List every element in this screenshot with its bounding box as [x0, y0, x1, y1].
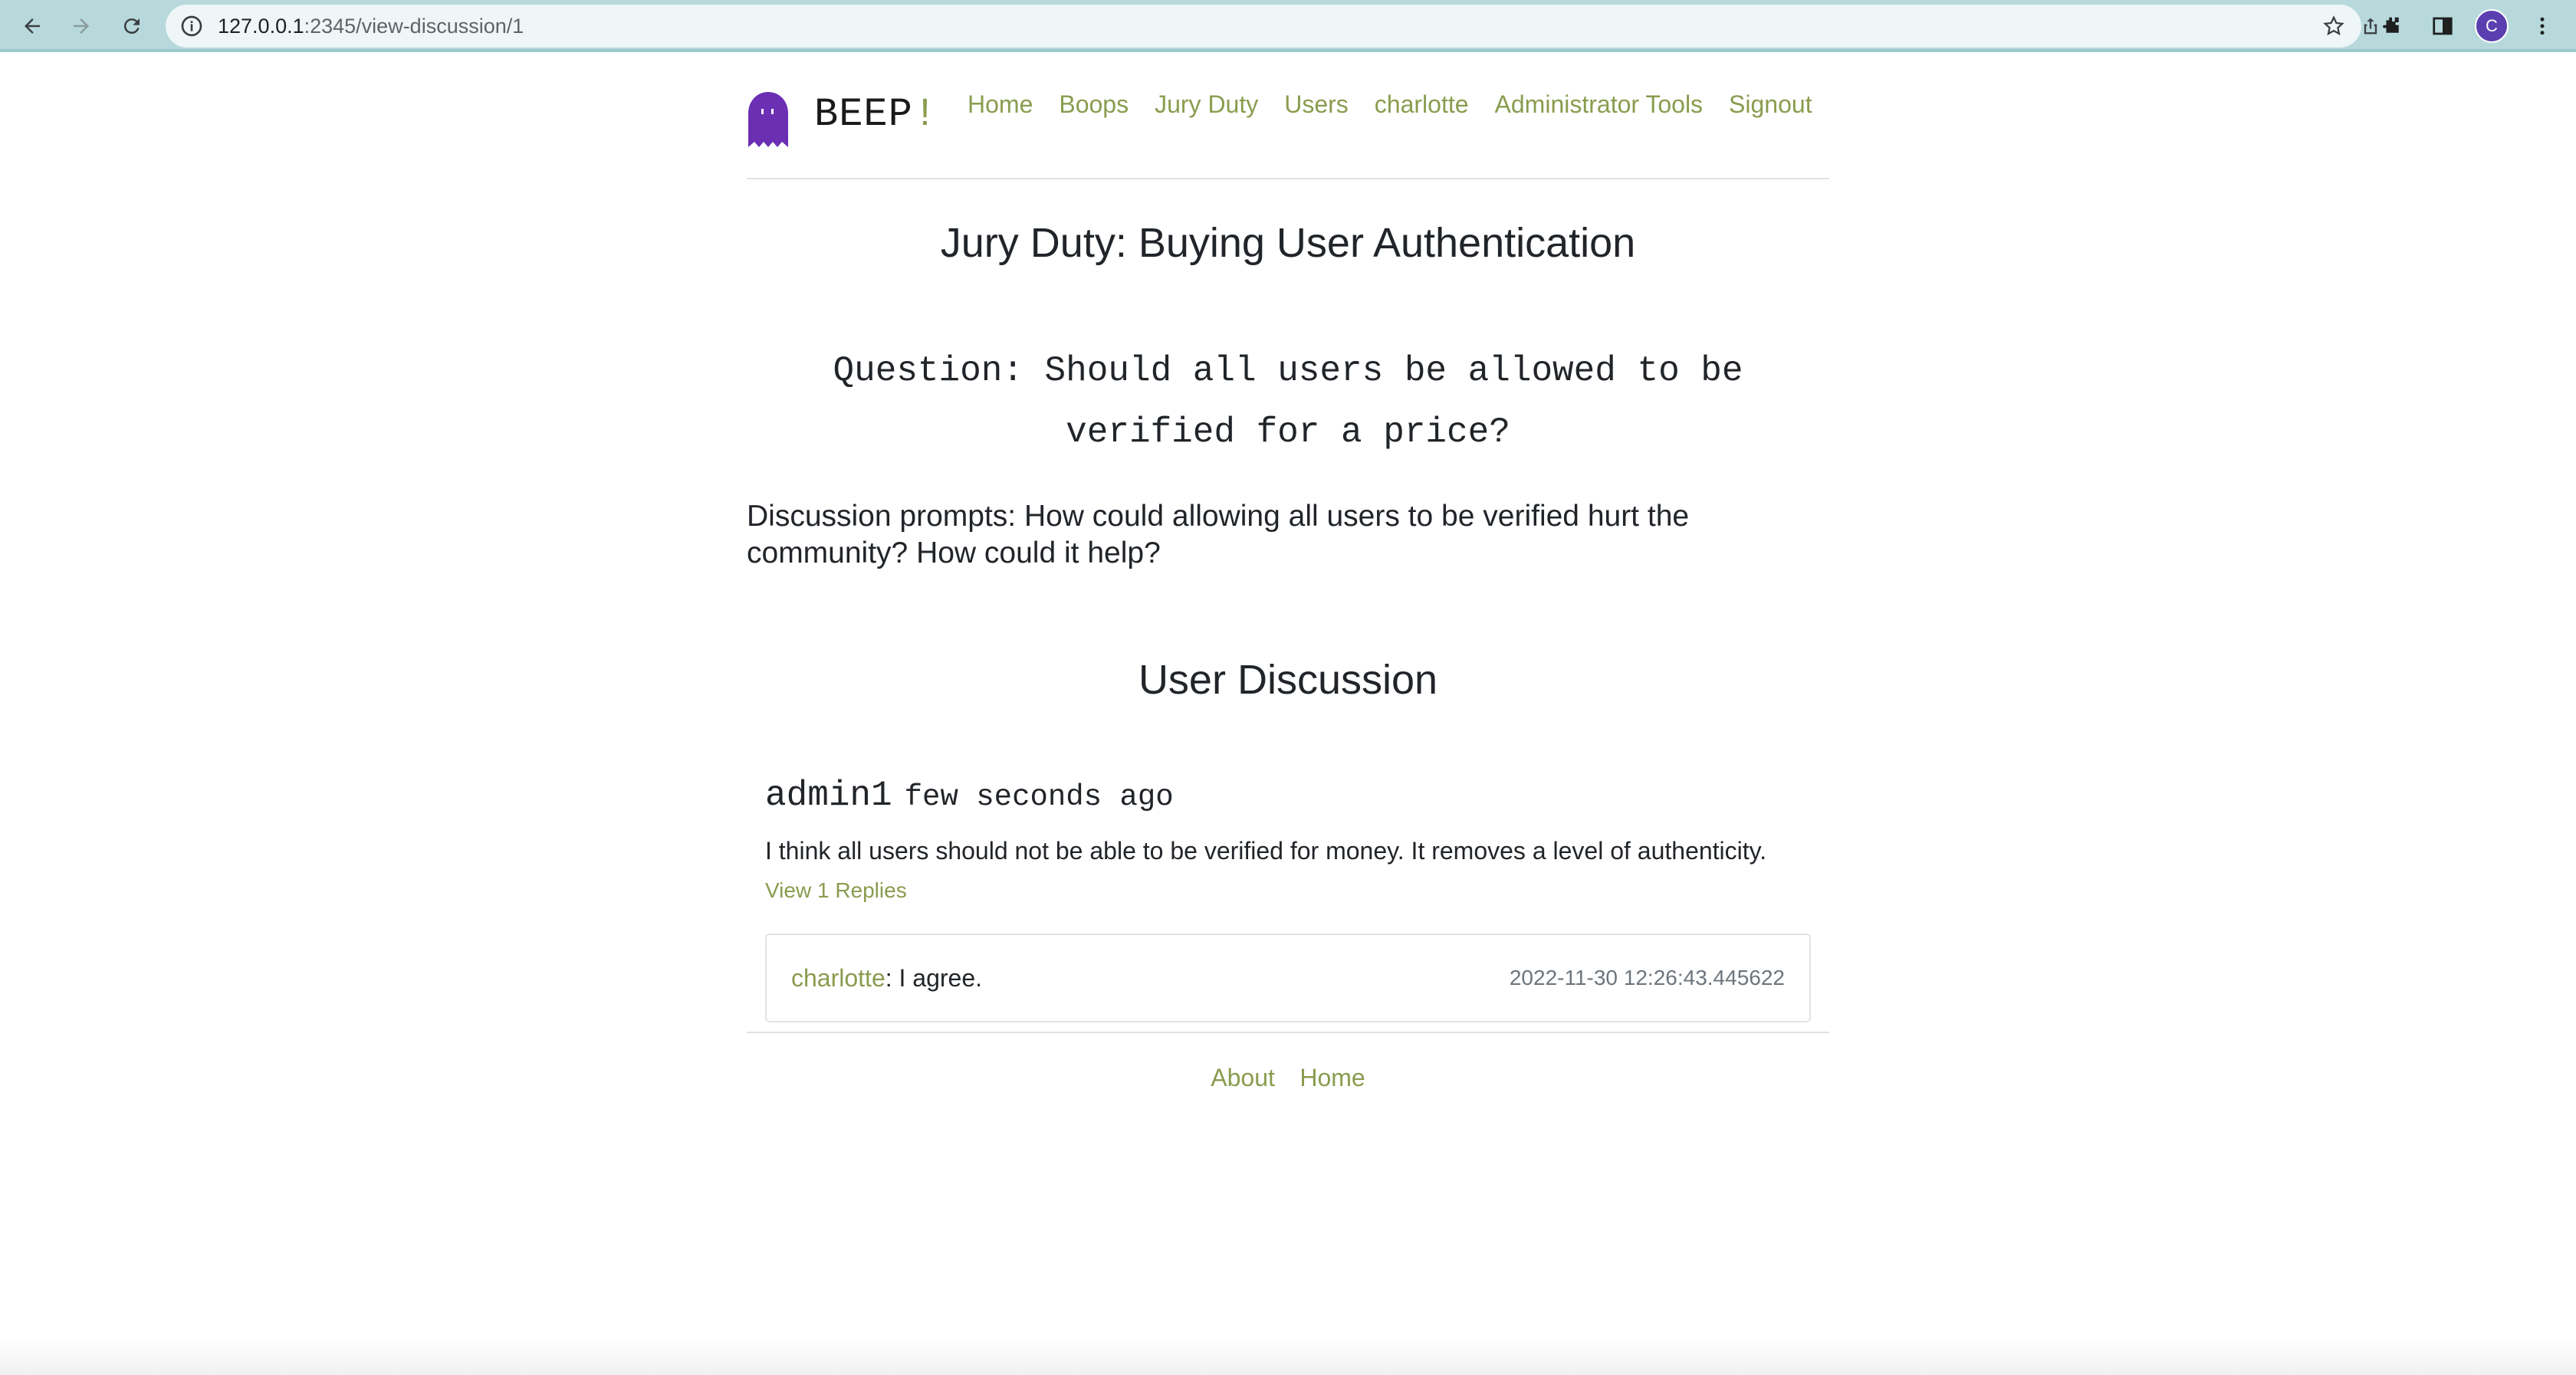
comment-body: I think all users should not be able to …	[765, 837, 1767, 865]
comment-header: admin1 few seconds ago	[765, 776, 1811, 815]
page-title: Jury Duty: Buying User Authentication	[940, 220, 1636, 266]
view-replies-link[interactable]: View 1 Replies	[765, 878, 907, 903]
comment-author: admin1	[765, 776, 892, 815]
comment-time: few seconds ago	[904, 780, 1174, 814]
main-nav: Home Boops Jury Duty Users charlotte Adm…	[968, 87, 1812, 121]
nav-administrator-tools[interactable]: Administrator Tools	[1482, 87, 1717, 121]
discussion-question: Question: Should all users be allowed to…	[833, 351, 1743, 452]
side-panel-icon[interactable]	[2424, 8, 2461, 44]
reply-card: charlotte: I agree. 2022-11-30 12:26:43.…	[765, 934, 1811, 1022]
site-header: BEEP! Home Boops Jury Duty Users charlot…	[747, 52, 1829, 179]
brand-exclamation: !	[912, 92, 938, 137]
nav-boops[interactable]: Boops	[1046, 87, 1142, 121]
reply-text: : I agree.	[885, 964, 983, 992]
profile-avatar[interactable]: C	[2475, 9, 2509, 43]
ghost-logo-icon[interactable]	[747, 90, 790, 149]
nav-home[interactable]: Home	[968, 87, 1046, 121]
menu-kebab-icon[interactable]	[2524, 8, 2561, 44]
browser-toolbar: 127.0.0.1:2345/view-discussion/1 C	[0, 0, 2576, 52]
reply-content: charlotte: I agree.	[791, 935, 982, 1021]
nav-jury-duty[interactable]: Jury Duty	[1142, 87, 1271, 121]
brand-name[interactable]: BEEP!	[814, 92, 938, 137]
forward-icon[interactable]	[63, 8, 100, 44]
url-text: 127.0.0.1:2345/view-discussion/1	[218, 5, 524, 48]
back-icon[interactable]	[14, 8, 51, 44]
reply-author-link[interactable]: charlotte	[791, 964, 886, 992]
extensions-puzzle-icon[interactable]	[2374, 8, 2410, 44]
footer-divider	[747, 1032, 1829, 1033]
comment-item: admin1 few seconds ago I think all users …	[765, 776, 1811, 902]
brand-text: BEEP	[814, 92, 913, 137]
nav-profile-charlotte[interactable]: charlotte	[1362, 87, 1482, 121]
nav-signout[interactable]: Signout	[1716, 87, 1812, 121]
bookmark-star-icon[interactable]	[2315, 8, 2352, 44]
address-bar[interactable]: 127.0.0.1:2345/view-discussion/1	[166, 5, 2377, 48]
footer-about-link[interactable]: About	[1211, 1064, 1275, 1091]
reply-timestamp: 2022-11-30 12:26:43.445622	[1509, 966, 1785, 989]
nav-users[interactable]: Users	[1271, 87, 1362, 121]
url-host: 127.0.0.1	[218, 15, 304, 38]
site-info-icon[interactable]	[179, 14, 204, 38]
url-path: :2345/view-discussion/1	[304, 15, 524, 38]
footer-nav: About Home	[747, 1064, 1829, 1092]
bottom-shade	[0, 1337, 2576, 1375]
reload-icon[interactable]	[113, 8, 150, 44]
discussion-prompts: Discussion prompts: How could allowing a…	[747, 500, 1690, 569]
footer-home-link[interactable]: Home	[1300, 1064, 1365, 1091]
section-title-user-discussion: User Discussion	[1138, 657, 1438, 703]
